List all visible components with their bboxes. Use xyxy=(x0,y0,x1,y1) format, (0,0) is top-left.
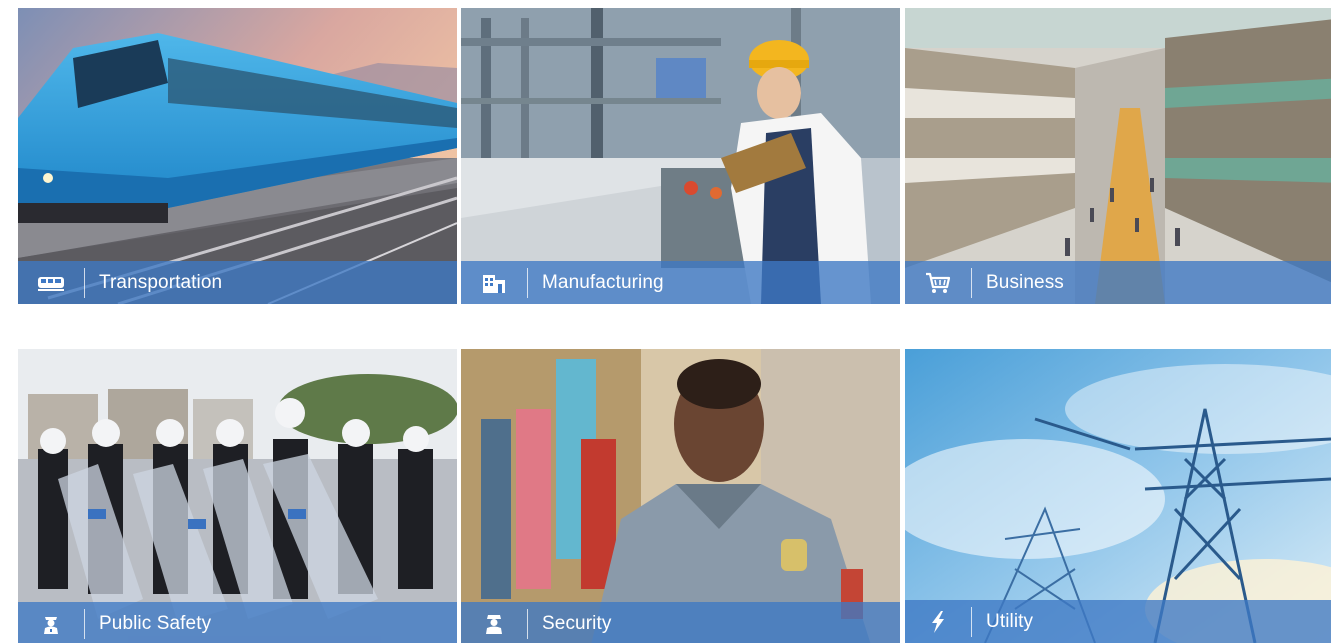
tile-label: Business xyxy=(986,271,1064,293)
caption-bar: Utility xyxy=(905,600,1331,643)
shopping-cart-icon xyxy=(905,261,971,304)
police-officer-icon xyxy=(18,602,84,643)
security-guard-icon xyxy=(461,602,527,643)
public-safety-photo xyxy=(18,349,457,643)
tile-label: Transportation xyxy=(99,271,223,293)
train-icon xyxy=(18,261,84,304)
caption-bar: Manufacturing xyxy=(461,261,900,304)
tile-label: Utility xyxy=(986,610,1034,632)
factory-building-icon xyxy=(461,261,527,304)
caption-bar: Transportation xyxy=(18,261,457,304)
tile-label: Public Safety xyxy=(99,612,212,634)
tile-label: Security xyxy=(542,612,612,634)
industry-tile-transportation[interactable]: Transportation xyxy=(18,8,457,304)
industry-tile-business[interactable]: Business xyxy=(905,8,1331,304)
industry-tile-security[interactable]: Security xyxy=(461,349,900,643)
industry-tile-utility[interactable]: Utility xyxy=(905,349,1331,643)
caption-bar: Security xyxy=(461,602,900,643)
utility-photo xyxy=(905,349,1331,643)
caption-bar: Public Safety xyxy=(18,602,457,643)
tile-label: Manufacturing xyxy=(542,271,664,293)
manufacturing-photo xyxy=(461,8,900,304)
industry-tile-public-safety[interactable]: Public Safety xyxy=(18,349,457,643)
business-photo xyxy=(905,8,1331,304)
lightning-bolt-icon xyxy=(905,600,971,643)
transportation-photo xyxy=(18,8,457,304)
security-photo xyxy=(461,349,900,643)
caption-bar: Business xyxy=(905,261,1331,304)
industry-tile-manufacturing[interactable]: Manufacturing xyxy=(461,8,900,304)
